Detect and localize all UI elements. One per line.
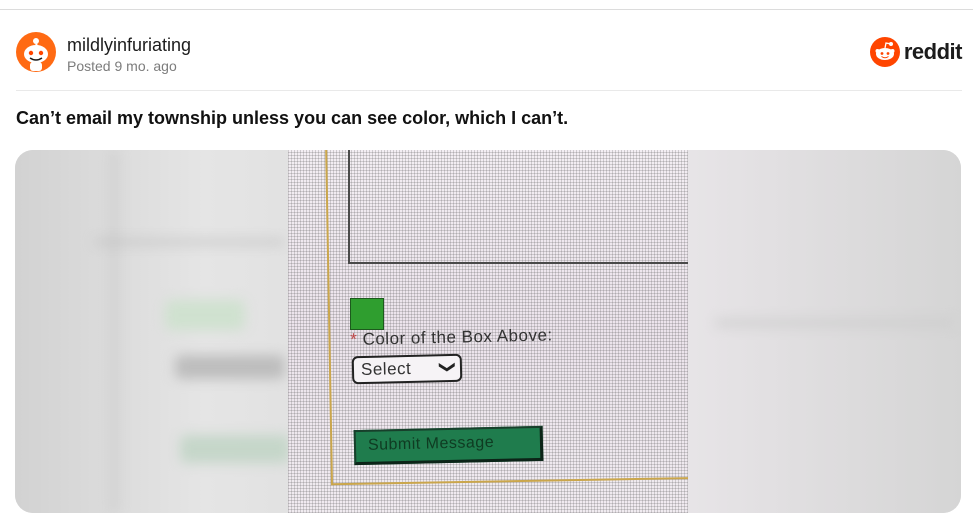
post-image[interactable]: * Color of the Box Above: Select ❯ Submi… [15, 150, 961, 513]
screen-photo: * Color of the Box Above: Select ❯ Submi… [288, 150, 688, 513]
subreddit-name[interactable]: mildlyinfuriating [67, 35, 191, 56]
message-textarea [348, 150, 688, 264]
top-divider [0, 9, 973, 10]
color-question-text: Color of the Box Above: [362, 325, 553, 349]
post-header: mildlyinfuriating Posted 9 mo. ago reddi… [16, 32, 963, 76]
select-value: Select [360, 358, 412, 380]
submit-button-label: Submit Message [367, 433, 495, 454]
submit-message-button: Submit Message [353, 425, 544, 466]
color-select-dropdown: Select ❯ [351, 353, 463, 385]
chevron-down-icon: ❯ [438, 360, 456, 374]
reddit-wordmark: reddit [903, 39, 963, 64]
required-asterisk: * [350, 329, 358, 349]
snoo-icon [24, 38, 48, 71]
post-title[interactable]: Can’t email my township unless you can s… [16, 108, 568, 129]
color-sample-box [350, 298, 384, 330]
reddit-brand[interactable]: reddit [869, 37, 963, 67]
reddit-logo-icon [869, 37, 900, 67]
subreddit-avatar[interactable] [16, 32, 56, 72]
post-timestamp: Posted 9 mo. ago [67, 58, 177, 74]
header-divider [16, 90, 962, 91]
